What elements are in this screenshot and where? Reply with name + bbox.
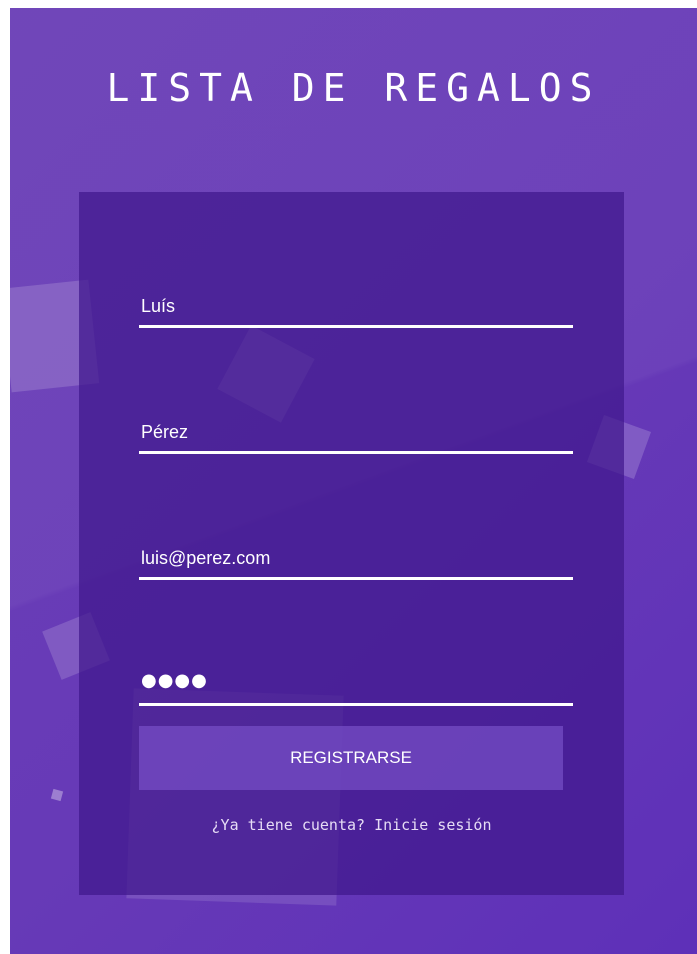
register-card: ●●●● REGISTRARSE ¿Ya tiene cuenta? Inici… <box>79 192 624 895</box>
email-field[interactable] <box>139 532 573 580</box>
last-name-field[interactable] <box>139 406 573 454</box>
last-name-input[interactable] <box>141 422 561 443</box>
first-name-input[interactable] <box>141 296 561 317</box>
password-field[interactable]: ●●●● <box>139 658 573 706</box>
first-name-field[interactable] <box>139 280 573 328</box>
login-link[interactable]: ¿Ya tiene cuenta? Inicie sesión <box>79 816 624 834</box>
decor-square <box>50 788 64 802</box>
page-title: LISTA DE REGALOS <box>106 66 601 110</box>
register-button[interactable]: REGISTRARSE <box>139 726 563 790</box>
email-input[interactable] <box>141 548 561 569</box>
page-background: LISTA DE REGALOS ●●●● REGISTRARSE ¿Ya ti… <box>10 8 697 954</box>
password-input[interactable]: ●●●● <box>141 670 208 691</box>
